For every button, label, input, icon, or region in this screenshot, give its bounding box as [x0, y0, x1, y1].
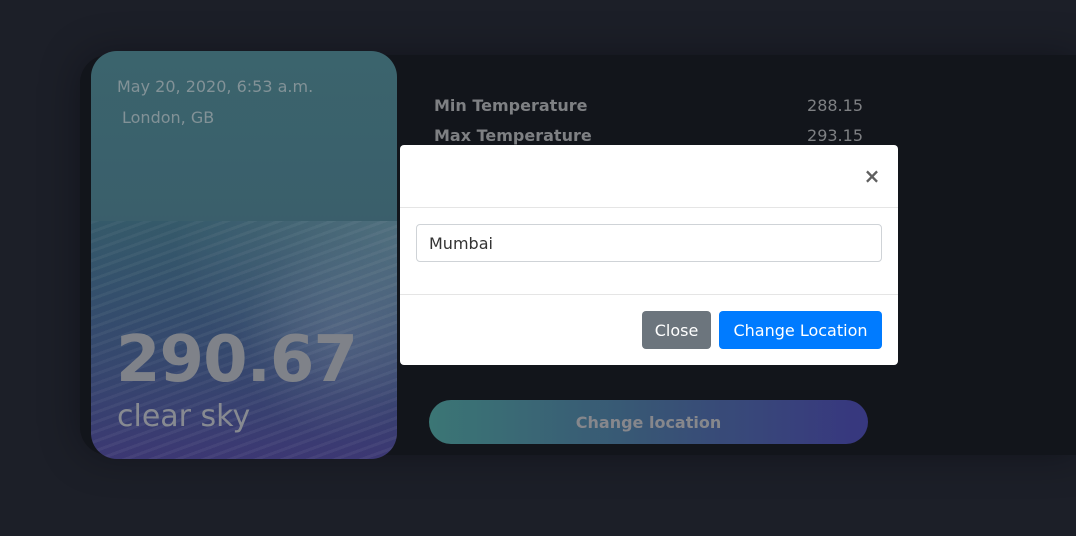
location-input[interactable]: [416, 224, 882, 262]
change-location-submit-button[interactable]: Change Location: [719, 311, 882, 349]
modal-header: [400, 145, 898, 208]
close-icon[interactable]: ×: [862, 165, 882, 187]
change-location-modal: × Close Change Location: [400, 145, 898, 365]
close-button[interactable]: Close: [642, 311, 711, 349]
